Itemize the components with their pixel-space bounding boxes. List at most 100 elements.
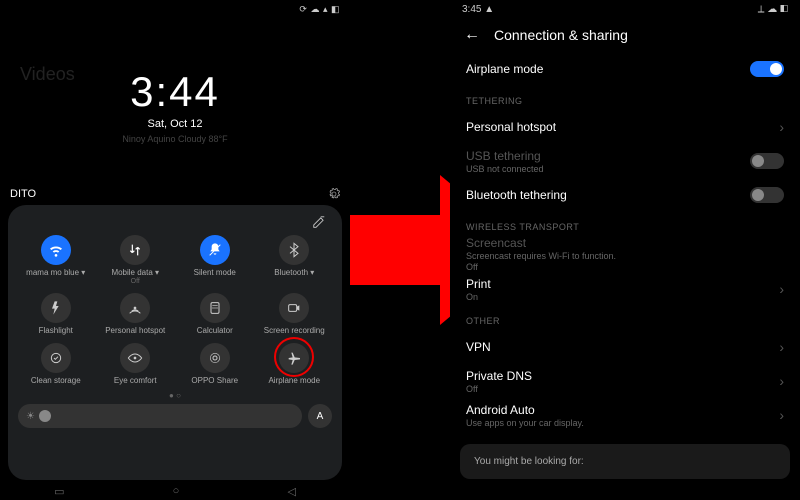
category-header: OTHER [466, 316, 784, 326]
toggle [750, 153, 784, 169]
tile-label: Mobile data ▾ [111, 268, 159, 277]
tile-label: Screen recording [264, 326, 325, 335]
tile-bt[interactable]: Bluetooth ▾ [257, 233, 333, 287]
row-android-auto[interactable]: Android AutoUse apps on your car display… [466, 398, 784, 432]
category-header: TETHERING [466, 96, 784, 106]
nav-home-icon[interactable]: ○ [173, 485, 180, 498]
row-sublabel: Off [466, 384, 532, 394]
right-phone-screen: 3:45 ▲ ⟂ ☁ ◧ ← Connection & sharing Airp… [450, 0, 800, 500]
nav-recent-icon[interactable]: ▭ [54, 485, 64, 498]
status-time: 3:45 [462, 4, 481, 15]
airplane-toggle[interactable] [750, 61, 784, 77]
tile-hotspot[interactable]: Personal hotspot [98, 291, 174, 337]
nav-bar-left: ▭ ○ ◁ [0, 485, 350, 498]
tile-label: Bluetooth ▾ [274, 268, 314, 277]
tile-label: Airplane mode [268, 376, 320, 385]
tile-calc[interactable]: Calculator [177, 291, 253, 337]
carrier-label: DITO [10, 188, 36, 200]
brightness-slider[interactable]: ☀ [18, 404, 302, 428]
tile-data[interactable]: Mobile data ▾Off [98, 233, 174, 287]
rec-icon [279, 293, 309, 323]
nav-back-icon[interactable]: ◁ [287, 485, 295, 498]
tile-label: OPPO Share [191, 376, 238, 385]
row-label: Android Auto [466, 403, 584, 417]
calc-icon [200, 293, 230, 323]
carrier-row: DITO [10, 188, 340, 200]
tile-label: Personal hotspot [105, 326, 165, 335]
chevron-right-icon: › [779, 281, 784, 297]
category-header: WIRELESS TRANSPORT [466, 222, 784, 232]
row-usb-tethering: USB tetheringUSB not connected [466, 144, 784, 178]
tile-label: Flashlight [39, 326, 73, 335]
tile-label: Clean storage [31, 376, 81, 385]
left-phone-screen: ⟳ ☁ ▴ ◧ Videos 3:44 Sat, Oct 12 Ninoy Aq… [0, 0, 350, 500]
brightness-knob[interactable] [39, 410, 51, 422]
tile-clean[interactable]: Clean storage [18, 341, 94, 387]
row-label: Screencast [466, 236, 616, 250]
bt-icon [279, 235, 309, 265]
back-arrow-icon[interactable]: ← [464, 26, 480, 44]
brightness-icon: ☀ [26, 411, 35, 422]
row-label: Private DNS [466, 369, 532, 383]
tile-wifi[interactable]: mama mo blue ▾ [18, 233, 94, 287]
row-label: VPN [466, 340, 491, 354]
row-private-dns[interactable]: Private DNSOff › [466, 364, 784, 398]
tile-bell[interactable]: Silent mode [177, 233, 253, 287]
chevron-right-icon: › [779, 373, 784, 389]
row-sublabel: Use apps on your car display. [466, 418, 584, 428]
clean-icon [41, 343, 71, 373]
tile-rec[interactable]: Screen recording [257, 291, 333, 337]
background-app-label: Videos [20, 64, 75, 85]
row-sublabel: Screencast requires Wi-Fi to function. [466, 251, 616, 261]
eye-icon [120, 343, 150, 373]
page-indicator: ● ○ [18, 391, 332, 400]
plane-icon [279, 343, 309, 373]
wifi-icon [41, 235, 71, 265]
settings-header: ← Connection & sharing [450, 18, 800, 52]
edit-icon[interactable] [312, 215, 326, 229]
suggestion-box: You might be looking for: [460, 444, 790, 479]
brightness-row: ☀ A [18, 404, 332, 428]
chevron-right-icon: › [779, 119, 784, 135]
bell-icon [200, 235, 230, 265]
toggle[interactable] [750, 187, 784, 203]
clock-date: Sat, Oct 12 [0, 118, 350, 130]
chevron-right-icon: › [779, 339, 784, 355]
row-label: Airplane mode [466, 62, 543, 76]
gear-icon[interactable] [328, 188, 340, 200]
row-personal-hotspot[interactable]: Personal hotspot › [466, 110, 784, 144]
chevron-right-icon: › [779, 407, 784, 423]
row-label: Print [466, 277, 491, 291]
tiles-grid: mama mo blue ▾ Mobile data ▾Off Silent mod… [18, 233, 332, 387]
auto-brightness-button[interactable]: A [308, 404, 332, 428]
tile-label: Calculator [197, 326, 233, 335]
tile-flash[interactable]: Flashlight [18, 291, 94, 337]
row-sublabel2: Off [466, 262, 616, 272]
row-airplane-mode[interactable]: Airplane mode [466, 52, 784, 86]
weather-line: Ninoy Aquino Cloudy 88°F [0, 134, 350, 144]
row-print[interactable]: PrintOn › [466, 272, 784, 306]
row-screencast: ScreencastScreencast requires Wi-Fi to f… [466, 236, 784, 272]
hotspot-icon [120, 293, 150, 323]
row-label: Personal hotspot [466, 120, 556, 134]
tile-label: mama mo blue ▾ [26, 268, 85, 277]
row-bluetooth-tethering[interactable]: Bluetooth tethering [466, 178, 784, 212]
tile-sublabel: Off [131, 278, 140, 285]
page-title: Connection & sharing [494, 27, 628, 43]
row-vpn[interactable]: VPN › [466, 330, 784, 364]
status-icons-right: ⟂ ☁ ◧ [758, 4, 788, 15]
row-sublabel: On [466, 292, 491, 302]
status-bar-left: ⟳ ☁ ▴ ◧ [0, 0, 350, 18]
data-icon [120, 235, 150, 265]
row-label: Bluetooth tethering [466, 188, 567, 202]
airplane-status-icon: ▲ [484, 4, 494, 15]
row-label: USB tethering [466, 149, 544, 163]
tile-eye[interactable]: Eye comfort [98, 341, 174, 387]
tile-plane[interactable]: Airplane mode [257, 341, 333, 387]
status-bar-right: 3:45 ▲ ⟂ ☁ ◧ [450, 0, 800, 18]
tile-label: Silent mode [194, 268, 236, 277]
flash-icon [41, 293, 71, 323]
row-sublabel: USB not connected [466, 164, 544, 174]
quick-settings-panel: mama mo blue ▾ Mobile data ▾Off Silent mod… [8, 205, 342, 480]
tile-share[interactable]: OPPO Share [177, 341, 253, 387]
